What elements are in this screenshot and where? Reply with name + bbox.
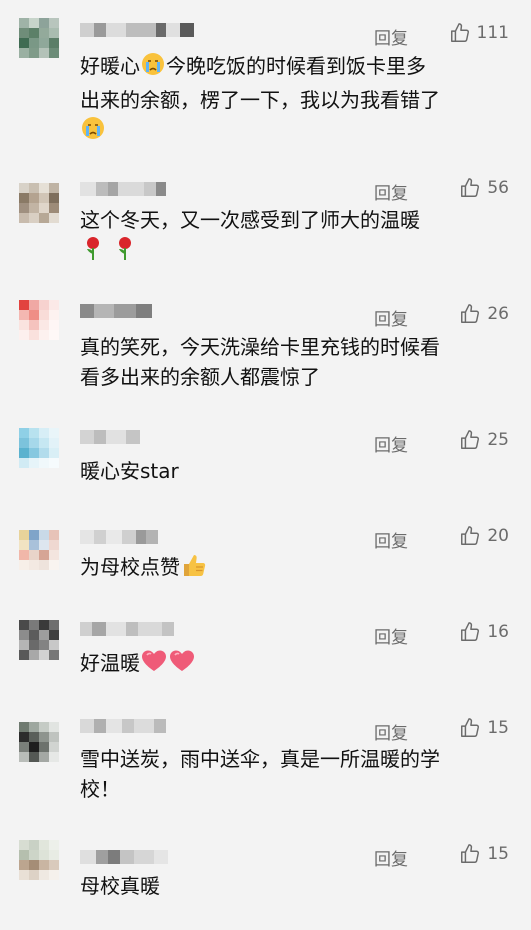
nickname-blurred[interactable] — [80, 530, 158, 544]
comment-text: 真的笑死，今天洗澡给卡里充钱的时候看 看多出来的余额人都震惊了 — [80, 332, 510, 392]
thumbs-up-icon — [461, 844, 480, 863]
reply-button[interactable]: 回复 — [374, 719, 408, 744]
comment-text-part: 为母校点赞 — [80, 555, 180, 579]
nickname-blurred[interactable] — [80, 850, 168, 864]
crying-face-icon — [80, 115, 106, 149]
like-count: 15 — [487, 718, 509, 738]
like-count: 26 — [487, 304, 509, 324]
nickname-blurred[interactable] — [80, 182, 166, 196]
comment-text-line: 真的笑死，今天洗澡给卡里充钱的时候看 — [80, 335, 440, 359]
rose-icon — [112, 235, 138, 269]
like-count: 25 — [487, 430, 509, 450]
thumbs-up-icon — [461, 304, 480, 323]
thumbs-up-icon — [461, 178, 480, 197]
reply-button[interactable]: 回复 — [374, 431, 408, 456]
avatar[interactable] — [19, 530, 59, 570]
comment-text-part: 今晚吃饭的时候看到饭卡里多 — [166, 54, 426, 78]
avatar[interactable] — [19, 18, 59, 58]
avatar[interactable] — [19, 620, 59, 660]
reply-button[interactable]: 回复 — [374, 305, 408, 330]
like-count: 20 — [487, 526, 509, 546]
heart-icon — [140, 648, 168, 682]
crying-face-icon — [140, 51, 166, 85]
comment-text-part: 好温暖 — [80, 651, 140, 675]
comment-text-line: 校！ — [80, 777, 120, 801]
thumbs-up-icon — [450, 23, 469, 42]
comment-text-line: 这个冬天，又一次感受到了师大的温暖 — [80, 208, 420, 232]
avatar[interactable] — [19, 428, 59, 468]
avatar[interactable] — [19, 183, 59, 223]
like-button[interactable]: 15 — [459, 717, 509, 739]
like-button[interactable]: 26 — [459, 303, 509, 325]
avatar[interactable] — [19, 300, 59, 340]
like-button[interactable]: 20 — [459, 525, 509, 547]
like-count: 16 — [487, 622, 509, 642]
reply-button[interactable]: 回复 — [374, 845, 408, 870]
avatar[interactable] — [19, 722, 59, 762]
reply-button[interactable]: 回复 — [374, 24, 408, 49]
comment-text: 好暖心 今晚吃饭的时候看到饭卡里多 出来的余额，楞了一下，我以为我看错了 — [80, 51, 510, 149]
comment-text: 好温暖 — [80, 648, 510, 682]
like-button[interactable]: 25 — [459, 429, 509, 451]
like-count: 56 — [487, 178, 509, 198]
like-button[interactable]: 15 — [459, 843, 509, 865]
thumbs-up-icon — [461, 526, 480, 545]
comment-text-part: 好暖心 — [80, 54, 140, 78]
nickname-blurred[interactable] — [80, 304, 152, 318]
comment-text-line: 出来的余额，楞了一下，我以为我看错了 — [80, 88, 440, 112]
rose-icon — [80, 235, 106, 269]
nickname-blurred[interactable] — [80, 622, 174, 636]
nickname-blurred[interactable] — [80, 23, 194, 37]
reply-button[interactable]: 回复 — [374, 527, 408, 552]
comment-text-line: 雪中送炭，雨中送伞，真是一所温暖的学 — [80, 747, 440, 771]
like-count: 111 — [476, 23, 509, 43]
comment-text: 雪中送炭，雨中送伞，真是一所温暖的学 校！ — [80, 744, 510, 804]
thumbs-up-emoji-icon — [180, 552, 208, 586]
comment-text: 这个冬天，又一次感受到了师大的温暖 — [80, 205, 510, 269]
nickname-blurred[interactable] — [80, 430, 140, 444]
like-count: 15 — [487, 844, 509, 864]
comment-text: 母校真暖 — [80, 871, 510, 901]
nickname-blurred[interactable] — [80, 719, 166, 733]
like-button[interactable]: 56 — [459, 177, 509, 199]
comment-text-line: 看多出来的余额人都震惊了 — [80, 365, 320, 389]
reply-button[interactable]: 回复 — [374, 179, 408, 204]
thumbs-up-icon — [461, 718, 480, 737]
reply-button[interactable]: 回复 — [374, 623, 408, 648]
comment-text-line: 暖心安star — [80, 459, 179, 483]
comment-text-line: 母校真暖 — [80, 874, 160, 898]
comment-text: 为母校点赞 — [80, 552, 510, 586]
like-button[interactable]: 16 — [459, 621, 509, 643]
like-button[interactable]: 111 — [449, 22, 509, 44]
avatar[interactable] — [19, 840, 59, 880]
thumbs-up-icon — [461, 622, 480, 641]
thumbs-up-icon — [461, 430, 480, 449]
heart-icon — [168, 648, 196, 682]
comment-text: 暖心安star — [80, 456, 510, 486]
